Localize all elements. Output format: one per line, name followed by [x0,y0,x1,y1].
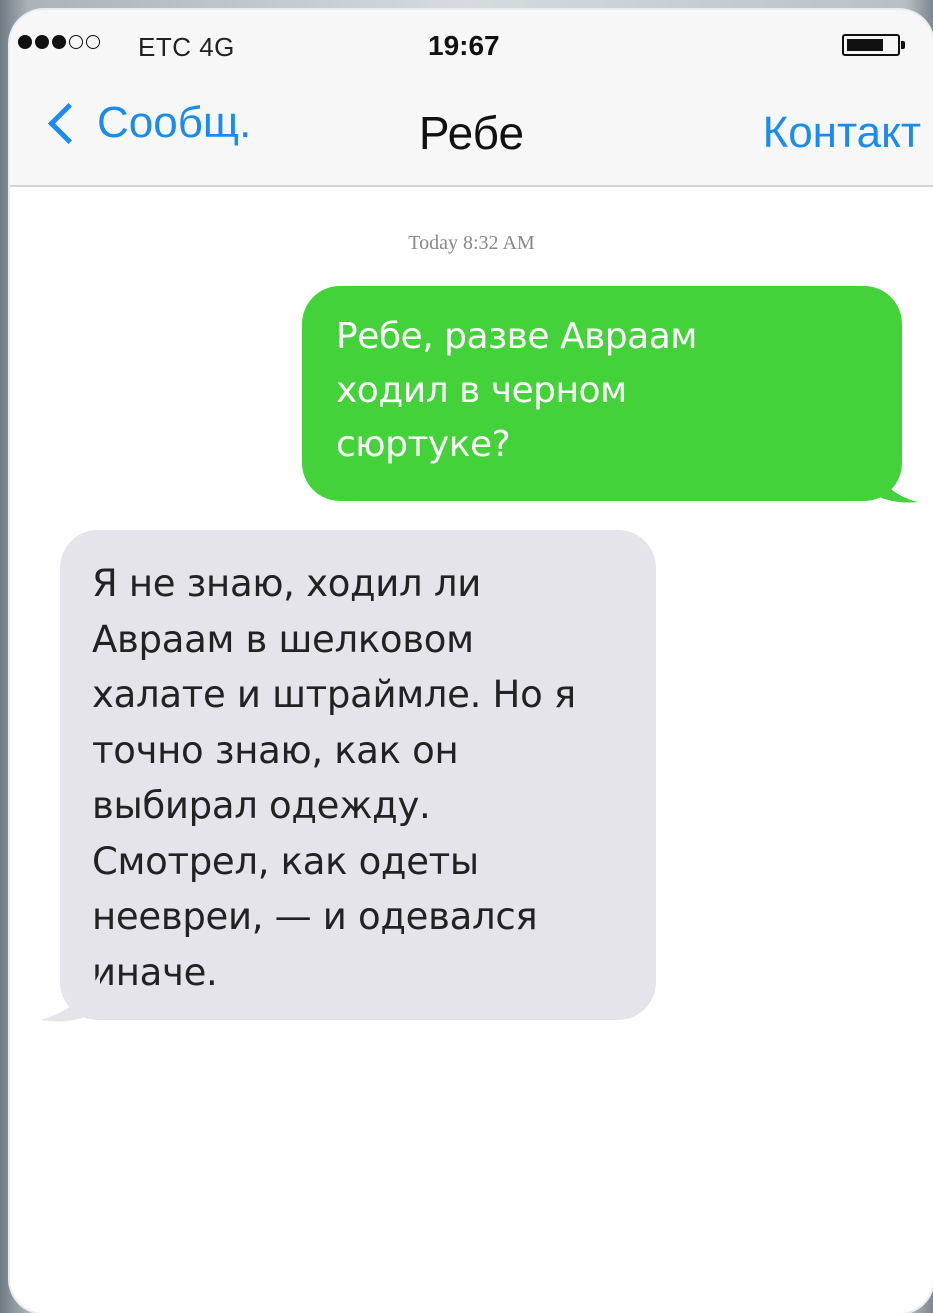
navigation-bar: Сообщ. Ребе Контакт [10,70,933,187]
carrier-label: ETC 4G [138,32,235,62]
status-time: 19:67 [428,30,500,61]
message-line: Ребе, разве Авраам [336,316,697,357]
outgoing-message-bubble[interactable]: Ребе, разве Авраам ходил в черном сюртук… [302,286,902,501]
contact-name: Ребе [418,107,525,159]
battery-fill [847,39,883,51]
incoming-message-bubble[interactable]: Я не знаю, ходил ли Авраам в шелковом ха… [60,530,656,1020]
message-line: халате и штраймле. Но я [92,673,576,716]
phone-screen: ETC 4G 19:67 Сообщ. Ребе Контакт Today 8… [10,10,933,1313]
message-line: иначе. [92,950,218,994]
signal-dot [18,35,32,49]
signal-dot [86,35,100,49]
message-line: Авраам в шелковом [92,617,474,661]
message-line: Смотрел, как одеты [92,839,479,883]
message-timestamp: Today 8:32 AM [408,232,535,254]
message-line: Я не знаю, ходил ли [92,562,481,605]
signal-dot [69,35,83,49]
message-line: сюртуке? [336,424,511,465]
signal-strength-icon [18,34,100,50]
message-line: точно знаю, как он [92,728,459,772]
message-line: неевреи, — и одевался [92,895,538,938]
signal-dot [52,35,66,49]
message-line: выбирал одежду. [92,784,431,827]
message-line: ходил в черном [336,370,627,411]
signal-dot [35,35,49,49]
battery-icon [842,34,905,56]
status-bar: ETC 4G 19:67 [10,10,933,70]
contact-button[interactable]: Контакт [763,108,921,158]
incoming-bubble-tail [40,972,100,1022]
outgoing-bubble-tail [868,460,918,503]
battery-nub [901,41,905,49]
